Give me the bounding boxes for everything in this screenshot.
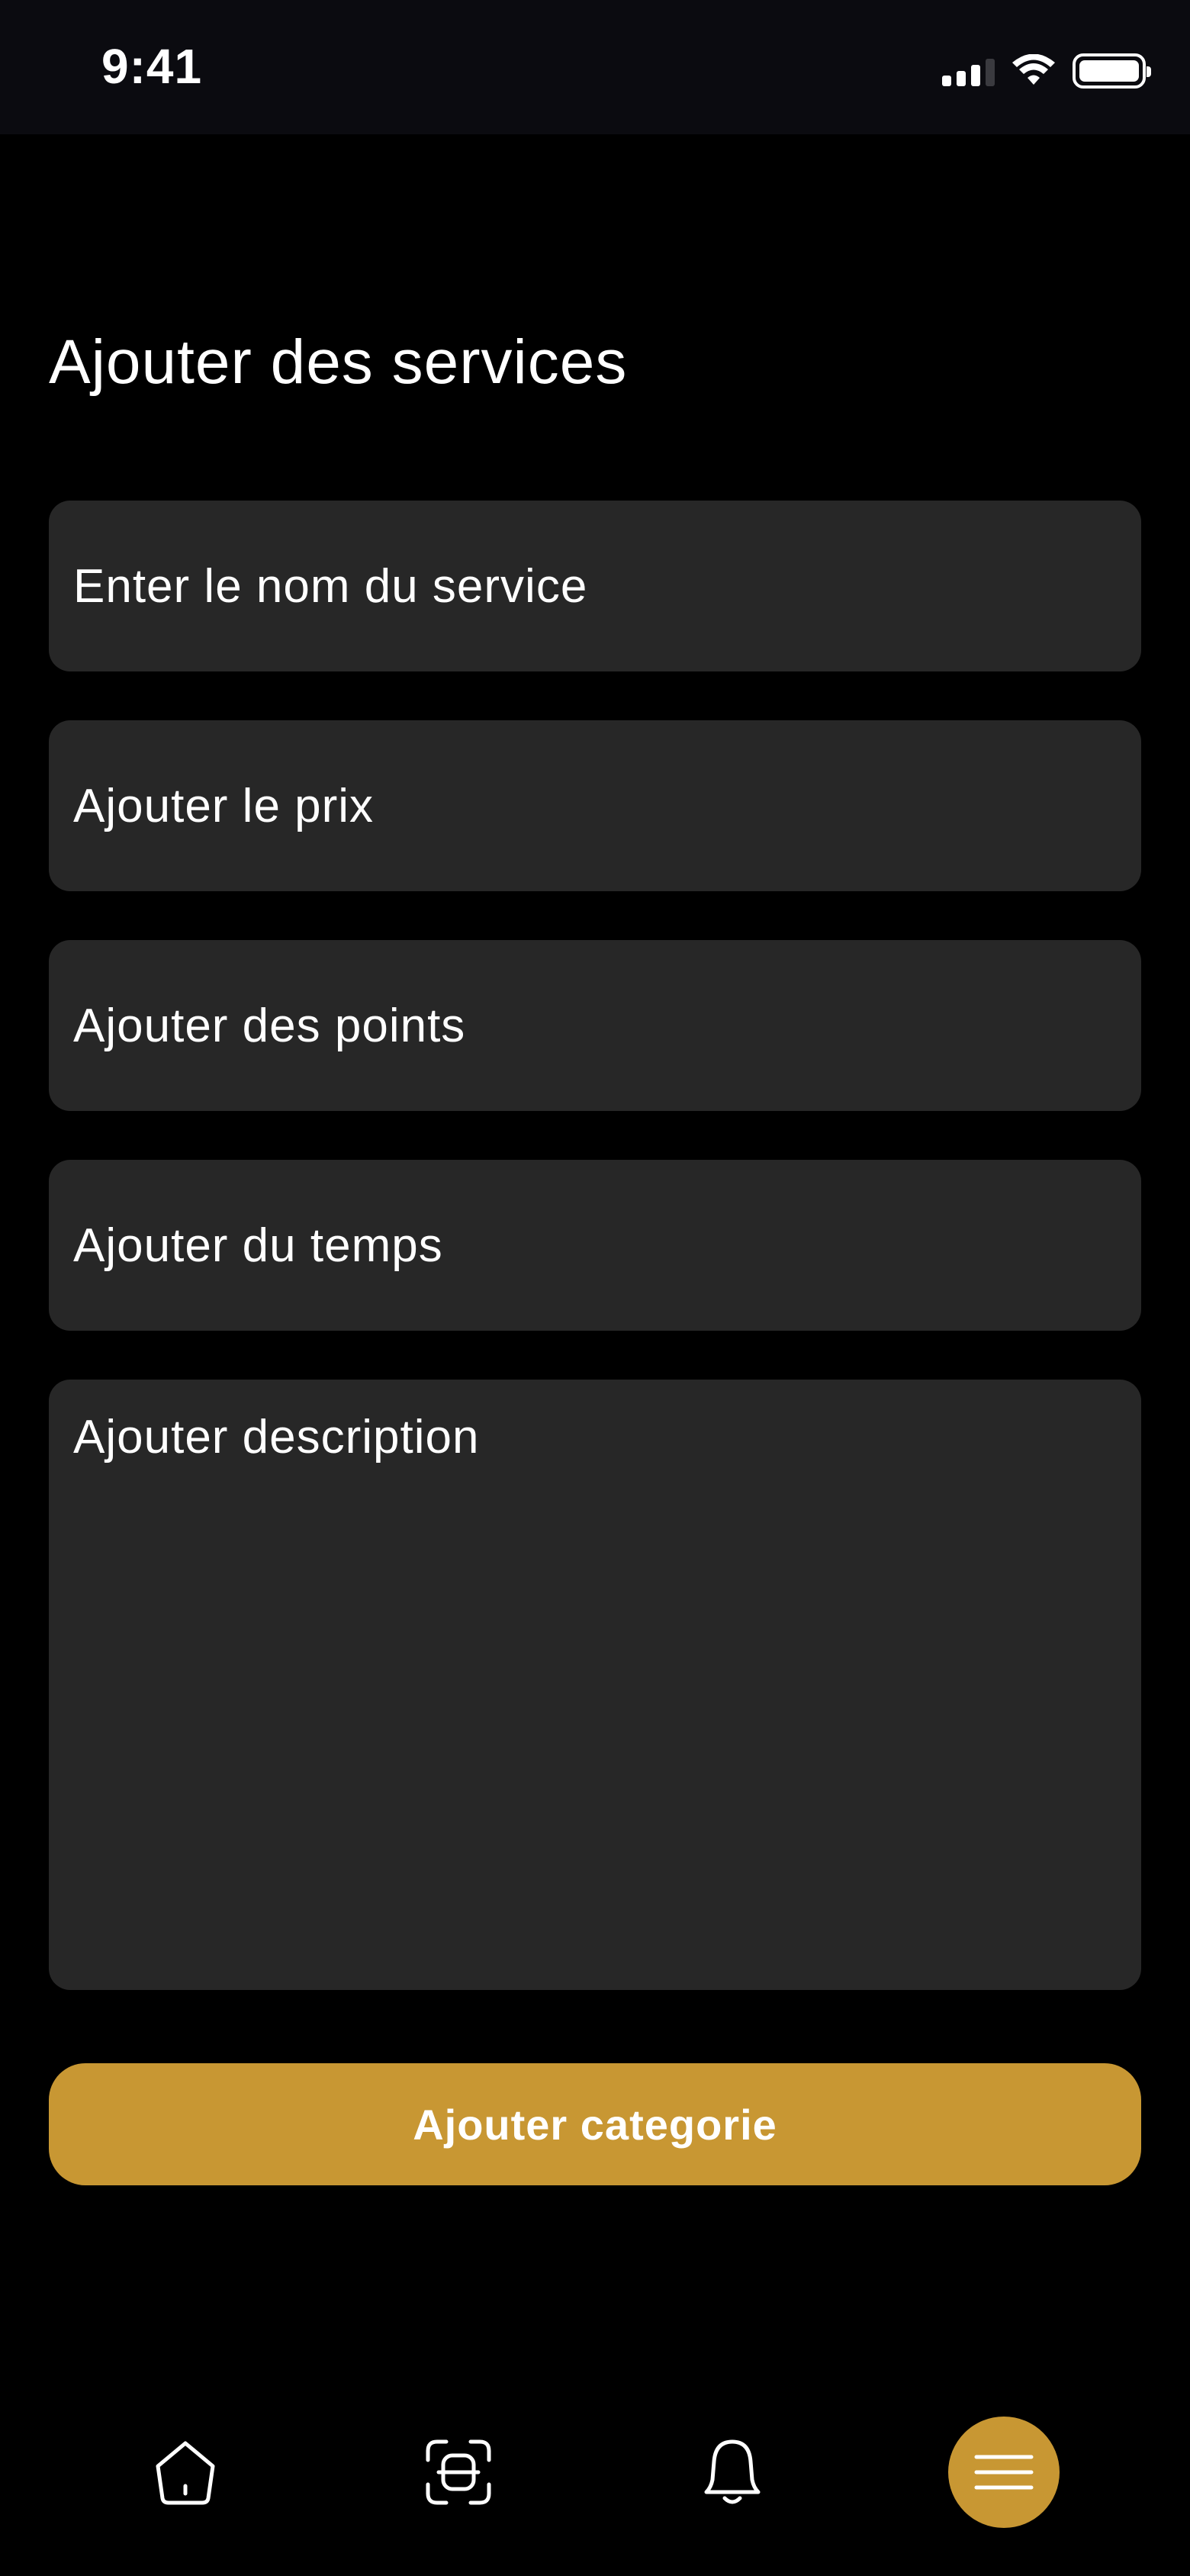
status-bar: 9:41 — [0, 0, 1190, 134]
nav-menu[interactable] — [947, 2404, 1060, 2541]
add-category-button[interactable]: Ajouter categorie — [49, 2063, 1141, 2185]
wifi-icon — [1012, 54, 1055, 85]
scan-icon — [426, 2439, 491, 2505]
time-placeholder: Ajouter du temps — [73, 1219, 443, 1272]
battery-icon — [1073, 53, 1151, 89]
menu-button[interactable] — [948, 2417, 1060, 2528]
description-placeholder: Ajouter description — [73, 1411, 480, 1463]
price-placeholder: Ajouter le prix — [73, 779, 375, 832]
bottom-navigation — [0, 2404, 1190, 2541]
page-title: Ajouter des services — [49, 327, 628, 397]
nav-notifications[interactable] — [679, 2404, 786, 2541]
screen: 9:41 Ajouter des services Enter le nom d… — [0, 0, 1190, 2576]
status-icons — [942, 50, 1151, 92]
nav-home[interactable] — [132, 2404, 239, 2541]
cellular-signal-icon — [942, 56, 995, 86]
points-input[interactable]: Ajouter des points — [49, 940, 1141, 1111]
price-input[interactable]: Ajouter le prix — [49, 720, 1141, 891]
time-input[interactable]: Ajouter du temps — [49, 1160, 1141, 1331]
menu-icon — [974, 2455, 1034, 2490]
description-textarea[interactable]: Ajouter description — [49, 1380, 1141, 1990]
service-name-placeholder: Enter le nom du service — [73, 559, 588, 613]
points-placeholder: Ajouter des points — [73, 999, 466, 1052]
bell-icon — [704, 2439, 761, 2504]
status-time: 9:41 — [101, 39, 203, 94]
service-name-input[interactable]: Enter le nom du service — [49, 501, 1141, 671]
nav-scan[interactable] — [405, 2404, 512, 2541]
home-icon — [156, 2441, 215, 2505]
